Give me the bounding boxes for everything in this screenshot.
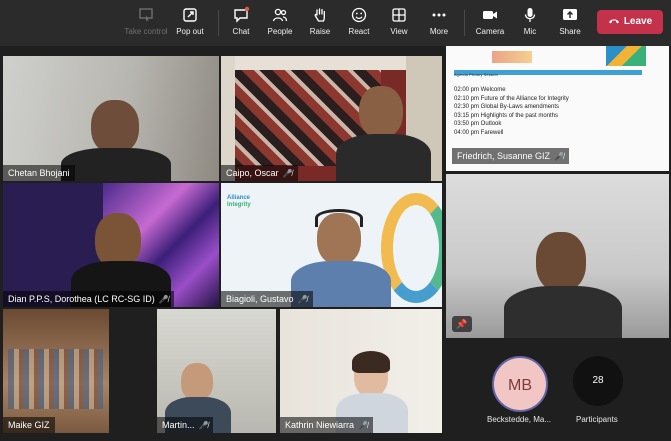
mic-muted-icon: 🎤̸ [158,295,169,304]
participant-video [181,363,213,401]
mic-muted-icon: 🎤̸ [358,421,368,430]
camera-icon [483,11,497,19]
people-button[interactable]: People [258,6,302,40]
participant-name: Kathrin Niewiarra 🎤̸ [280,417,373,433]
chat-icon [234,6,250,23]
view-button[interactable]: View [377,6,421,40]
participant-name: Friedrich, Susanne GIZ 🎤̸ [452,148,570,164]
agenda-list: 02:00 pm Welcome 02:10 pm Future of the … [454,87,569,136]
video-tile-chetan[interactable]: Chetan Bhojani [3,56,219,181]
video-tile-caipo[interactable]: Caipo, Oscar 🎤̸ [221,56,442,181]
react-button[interactable]: React [337,6,381,40]
slide-title: Agenda Plenary Session [454,72,498,77]
alliance-logo: Alliance Integrity [227,195,251,208]
mic-muted-icon: 🎤̸ [554,152,565,161]
participant-count[interactable]: 28 [573,356,623,406]
smiley-icon [351,7,367,23]
share-icon [563,9,577,20]
video-tile-biagioli[interactable]: Alliance Integrity Biagioli, Gustavo 🎤̸ [221,183,442,307]
people-icon [272,8,288,22]
mic-muted-icon: 🎤̸ [282,169,293,178]
participant-video [91,100,139,154]
slide-logo [492,51,532,63]
raise-hand-button[interactable]: Raise [298,6,342,40]
share-button[interactable]: Share [548,6,592,40]
participants-label: Participants [576,415,618,424]
participant-name: Martin... 🎤̸ [157,417,214,433]
more-button[interactable]: More [417,6,461,40]
video-tile-martin[interactable]: Martin... 🎤̸ [157,309,276,433]
avatar[interactable]: MB [492,356,548,412]
leave-button[interactable]: Leave [597,10,663,34]
toolbar-divider [464,10,465,36]
mic-muted-icon: 🎤̸ [297,295,308,304]
hand-icon [314,8,325,22]
video-tile-dian[interactable]: Dian P.P.S, Dorothea (LC RC-SG ID) 🎤̸ [3,183,219,307]
pin-icon[interactable]: 📌 [452,316,472,332]
video-tile-featured[interactable] [446,174,669,338]
pop-out-button[interactable]: Pop out [168,6,212,40]
pop-out-icon [183,8,197,22]
more-dots-icon [432,13,446,17]
camera-button[interactable]: Camera [468,6,512,40]
participant-name: Biagioli, Gustavo 🎤̸ [221,291,313,307]
take-control-icon [139,8,153,22]
participant-name: Caipo, Oscar 🎤̸ [221,165,298,181]
phone-hangup-icon [608,19,619,24]
take-control-button[interactable]: Take control [123,6,169,40]
microphone-icon [524,8,536,22]
video-tile-maike[interactable]: Maike GIZ [3,309,109,433]
participant-video [359,86,403,138]
participant-video [536,232,586,292]
participant-name: Dian P.P.S, Dorothea (LC RC-SG ID) 🎤̸ [3,291,174,307]
meeting-toolbar: Take control Pop out Chat People Raise R… [0,0,671,46]
chat-button[interactable]: Chat [219,6,263,40]
participant-video [8,349,103,409]
screen-share-tile[interactable]: Agenda Plenary Session 02:00 pm Welcome … [446,46,669,171]
avatar-name: Beckstedde, Ma... [487,415,552,424]
participant-name: Maike GIZ [3,417,55,433]
video-tile-kathrin[interactable]: Kathrin Niewiarra 🎤̸ [280,309,442,433]
grid-icon [392,8,406,22]
mic-muted-icon: 🎤̸ [198,421,209,430]
mic-button[interactable]: Mic [508,6,552,40]
participant-name: Chetan Bhojani [3,165,75,181]
headset-icon [315,209,363,227]
